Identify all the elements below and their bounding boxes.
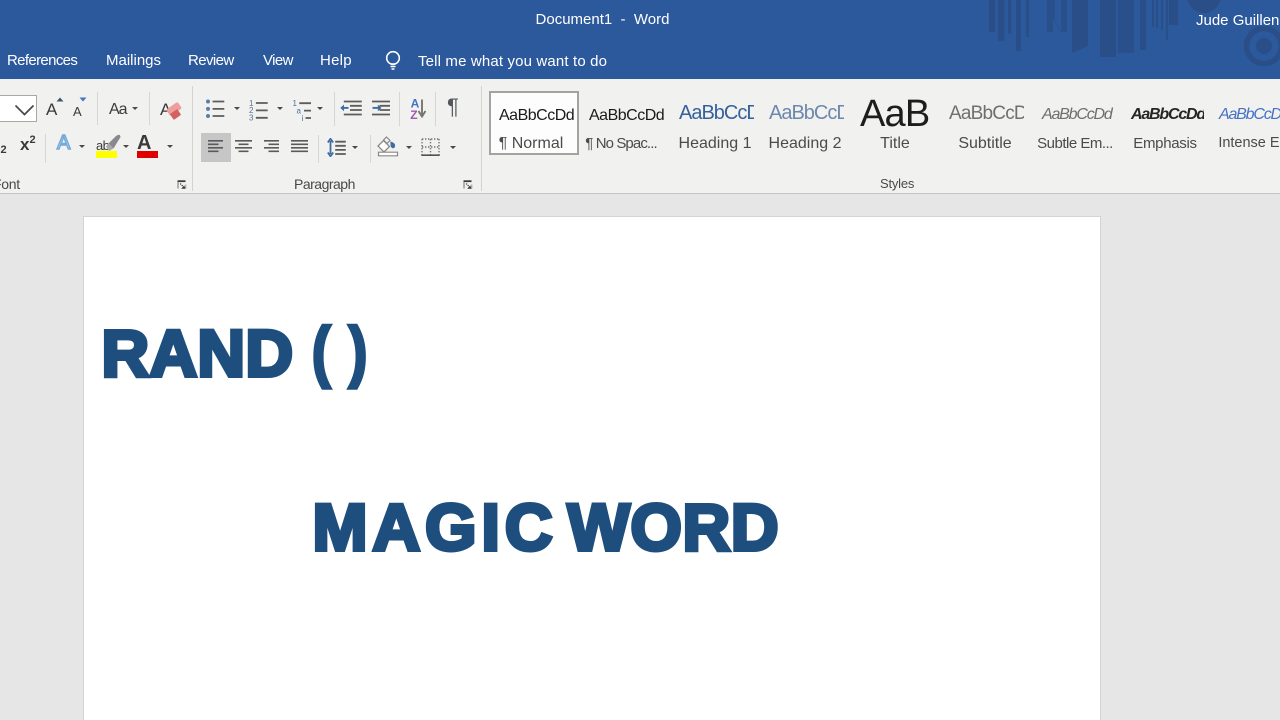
- svg-text:Z: Z: [410, 107, 417, 121]
- svg-text:3: 3: [249, 113, 254, 120]
- svg-text:i: i: [302, 114, 304, 121]
